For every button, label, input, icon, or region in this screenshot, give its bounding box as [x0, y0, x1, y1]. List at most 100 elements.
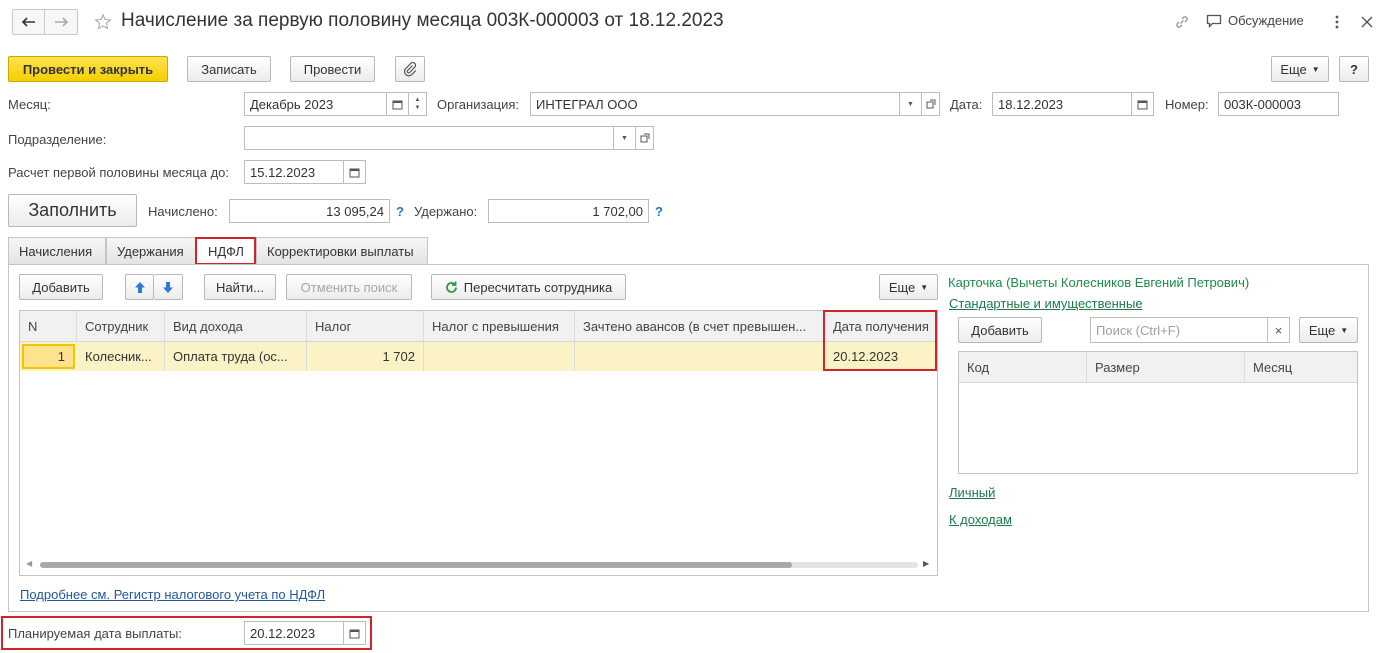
recalc-label: Пересчитать сотрудника — [463, 279, 613, 295]
column-header[interactable]: Сотрудник — [77, 311, 165, 341]
spin-buttons-icon[interactable]: ▲ ▼ — [408, 93, 426, 115]
table-cell[interactable]: Оплата труда (ос... — [165, 342, 307, 371]
recalc-employee-button[interactable]: Пересчитать сотрудника — [431, 274, 626, 300]
card-table: Код Размер Месяц — [958, 351, 1358, 474]
calc-until-field[interactable]: 15.12.2023 — [244, 160, 366, 184]
standard-deductions-link[interactable]: Стандартные и имущественные — [949, 296, 1143, 311]
accrued-label: Начислено: — [148, 204, 218, 219]
column-header[interactable]: Код — [959, 352, 1087, 382]
dropdown-arrow-icon[interactable]: ▼ — [613, 127, 635, 149]
scroll-left-icon[interactable]: ◀ — [26, 559, 32, 568]
refresh-icon — [445, 281, 457, 293]
move-down-button[interactable] — [154, 274, 183, 300]
star-icon — [94, 13, 112, 30]
post-and-close-button[interactable]: Провести и закрыть — [8, 56, 168, 82]
find-button[interactable]: Найти... — [204, 274, 276, 300]
ndfl-more-label: Еще — [888, 279, 916, 295]
dropdown-arrow-icon[interactable]: ▼ — [899, 93, 921, 115]
to-income-link[interactable]: К доходам — [949, 512, 1012, 527]
withheld-hint-icon[interactable]: ? — [655, 204, 663, 219]
column-header[interactable]: Налог — [307, 311, 424, 341]
move-up-button[interactable] — [125, 274, 154, 300]
back-button[interactable] — [12, 9, 45, 35]
arrow-right-icon — [55, 17, 68, 27]
tab-withholdings[interactable]: Удержания — [106, 237, 196, 264]
link-icon — [1176, 16, 1188, 28]
personal-link[interactable]: Личный — [949, 485, 995, 500]
arrow-left-icon — [21, 17, 35, 27]
help-button[interactable]: ? — [1339, 56, 1369, 82]
ndfl-register-link[interactable]: Подробнее см. Регистр налогового учета п… — [20, 587, 325, 602]
more-label: Еще — [1280, 61, 1307, 77]
date-value: 18.12.2023 — [998, 96, 1064, 112]
clear-icon[interactable]: × — [1267, 318, 1289, 342]
post-button[interactable]: Провести — [290, 56, 375, 82]
accrued-hint-icon[interactable]: ? — [396, 204, 404, 219]
table-cell[interactable] — [424, 342, 575, 371]
save-button[interactable]: Записать — [187, 56, 271, 82]
column-header[interactable]: Вид дохода — [165, 311, 307, 341]
department-field[interactable]: ▼ — [244, 126, 654, 150]
column-header[interactable]: Зачтено авансов (в счет превышен... — [575, 311, 825, 341]
close-button[interactable] — [1354, 9, 1380, 35]
paperclip-icon — [404, 61, 416, 77]
card-more-button[interactable]: Еще ▼ — [1299, 317, 1358, 343]
card-title: Карточка (Вычеты Колесников Евгений Петр… — [948, 275, 1250, 290]
tab-payment-corrections[interactable]: Корректировки выплаты — [256, 237, 428, 264]
card-table-header: Код Размер Месяц — [959, 352, 1357, 383]
organization-field[interactable]: ИНТЕГРАЛ ООО ▼ — [530, 92, 940, 116]
department-label: Подразделение: — [8, 132, 107, 147]
accrued-value: 13 095,24 — [326, 203, 384, 219]
column-header[interactable]: Налог с превышения — [424, 311, 575, 341]
ndfl-more-button[interactable]: Еще ▼ — [879, 274, 938, 300]
card-more-label: Еще — [1308, 322, 1336, 338]
withheld-field: 1 702,00 — [488, 199, 649, 223]
discussion-button[interactable]: Обсуждение — [1206, 13, 1304, 28]
table-cell[interactable] — [575, 342, 825, 371]
highlight-planned-date — [1, 616, 372, 650]
forward-button[interactable] — [45, 9, 78, 35]
organization-label: Организация: — [437, 97, 520, 112]
card-search-input[interactable]: Поиск (Ctrl+F) × — [1090, 317, 1290, 343]
open-icon[interactable] — [635, 127, 653, 149]
column-header[interactable]: Размер — [1087, 352, 1245, 382]
favorite-button[interactable] — [90, 9, 116, 35]
kebab-icon — [1335, 15, 1339, 29]
attach-button[interactable] — [395, 56, 425, 82]
ndfl-table-header: N Сотрудник Вид дохода Налог Налог с пре… — [20, 311, 937, 342]
scrollbar-thumb[interactable] — [40, 562, 792, 568]
open-icon[interactable] — [921, 93, 939, 115]
discussion-label: Обсуждение — [1228, 13, 1304, 28]
table-cell[interactable]: 1 702 — [307, 342, 424, 371]
column-header[interactable]: N — [20, 311, 77, 341]
withheld-value: 1 702,00 — [592, 203, 643, 219]
window-menu-button[interactable] — [1324, 9, 1350, 35]
cancel-search-button[interactable]: Отменить поиск — [286, 274, 412, 300]
date-field[interactable]: 18.12.2023 — [992, 92, 1154, 116]
calendar-icon[interactable] — [343, 161, 365, 183]
table-cell[interactable]: Колесник... — [77, 342, 165, 371]
ndfl-add-button[interactable]: Добавить — [19, 274, 103, 300]
arrow-down-icon — [163, 281, 173, 293]
column-header[interactable]: Месяц — [1245, 352, 1357, 382]
card-add-button[interactable]: Добавить — [958, 317, 1042, 343]
month-field[interactable]: Декабрь 2023 ▲ ▼ — [244, 92, 427, 116]
fill-button[interactable]: Заполнить — [8, 194, 137, 227]
link-button[interactable] — [1169, 9, 1195, 35]
calendar-icon[interactable] — [1131, 93, 1153, 115]
more-button[interactable]: Еще ▼ — [1271, 56, 1329, 82]
tab-accruals[interactable]: Начисления — [8, 237, 106, 264]
scroll-right-icon[interactable]: ▶ — [923, 559, 929, 568]
organization-value: ИНТЕГРАЛ ООО — [536, 96, 638, 112]
date-label: Дата: — [950, 97, 983, 112]
horizontal-scrollbar[interactable] — [40, 562, 918, 568]
table-cell[interactable]: 1 — [22, 344, 75, 369]
ndfl-table: N Сотрудник Вид дохода Налог Налог с пре… — [19, 310, 938, 576]
table-row[interactable]: 1 Колесник... Оплата труда (ос... 1 702 … — [20, 342, 937, 371]
accrued-field: 13 095,24 — [229, 199, 390, 223]
number-field[interactable]: 003К-000003 — [1218, 92, 1339, 116]
dropdown-arrow-icon: ▼ — [1311, 64, 1320, 74]
calendar-icon[interactable] — [386, 93, 408, 115]
chat-icon — [1206, 14, 1222, 28]
arrow-up-icon — [134, 281, 145, 293]
